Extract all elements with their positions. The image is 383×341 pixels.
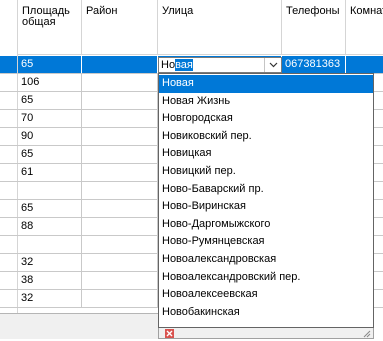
dropdown-option[interactable]: Новиковский пер. <box>159 128 373 146</box>
cell-district[interactable] <box>82 236 158 253</box>
close-icon[interactable] <box>165 329 174 338</box>
autocomplete-selection: вая <box>175 59 193 71</box>
column-header-area[interactable]: Площадь общая <box>18 0 82 55</box>
row-header-cell[interactable] <box>0 218 18 235</box>
cell-area[interactable] <box>18 182 82 199</box>
row-header-cell[interactable] <box>0 164 18 181</box>
column-header-label: Комнаты <box>350 5 383 17</box>
column-header-phones[interactable]: Телефоны <box>282 0 346 55</box>
resize-grip-icon[interactable] <box>363 329 371 338</box>
cell-district[interactable] <box>82 272 158 289</box>
cell-district[interactable] <box>82 128 158 145</box>
dropdown-option[interactable]: Новоалександровская <box>159 251 373 269</box>
cell-area[interactable]: 65 <box>18 200 82 217</box>
cell-district[interactable] <box>82 92 158 109</box>
cell-area[interactable] <box>18 236 82 253</box>
dropdown-footer <box>158 328 374 339</box>
cell-district[interactable] <box>82 74 158 91</box>
cell-area[interactable]: 61 <box>18 164 82 181</box>
row-header-cell[interactable] <box>0 236 18 253</box>
cell-area[interactable]: 65 <box>18 146 82 163</box>
row-header-cell[interactable] <box>0 290 18 307</box>
column-header-label-line2: общая <box>22 16 56 28</box>
street-combobox[interactable]: Новая <box>158 57 282 73</box>
row-header-cell[interactable] <box>0 74 18 91</box>
dropdown-option[interactable]: Новицкая <box>159 145 373 163</box>
row-header-cell[interactable] <box>0 110 18 127</box>
cell-area[interactable]: 106 <box>18 74 82 91</box>
dropdown-option[interactable]: Ново-Даргомыжского <box>159 216 373 234</box>
cell-area[interactable]: 65 <box>18 56 82 73</box>
column-header-label: Район <box>86 5 118 17</box>
street-dropdown-list[interactable]: Новая Новая Жизнь Новгородская Новиковский … <box>158 73 374 328</box>
row-header-cell[interactable] <box>0 128 18 145</box>
row-header-cell[interactable] <box>0 56 18 73</box>
cell-area[interactable]: 38 <box>18 272 82 289</box>
column-header-district[interactable]: Район <box>82 0 158 55</box>
dropdown-option[interactable]: Новобакинская <box>159 304 373 322</box>
typed-text: Но <box>161 59 176 71</box>
cell-district[interactable] <box>82 56 158 73</box>
row-header-cell[interactable] <box>0 200 18 217</box>
dropdown-option[interactable]: Новоалексеевская <box>159 286 373 304</box>
row-header-cell[interactable] <box>0 146 18 163</box>
cell-rooms[interactable] <box>346 56 383 73</box>
cell-area[interactable]: 32 <box>18 290 82 307</box>
dropdown-option[interactable]: Новая <box>159 75 373 93</box>
cell-district[interactable] <box>82 164 158 181</box>
cell-phones[interactable]: 067381363 <box>282 56 346 73</box>
status-bar <box>0 313 158 339</box>
cell-district[interactable] <box>82 290 158 307</box>
cell-district[interactable] <box>82 182 158 199</box>
row-header-cell[interactable] <box>0 182 18 199</box>
cell-district[interactable] <box>82 200 158 217</box>
cell-district[interactable] <box>82 218 158 235</box>
dropdown-option[interactable]: Новоалександровский пер. <box>159 269 373 287</box>
cell-area[interactable]: 88 <box>18 218 82 235</box>
cell-district[interactable] <box>82 254 158 271</box>
row-header-cell[interactable] <box>0 272 18 289</box>
cell-district[interactable] <box>82 146 158 163</box>
dropdown-option[interactable]: Ново-Румянцевская <box>159 233 373 251</box>
dropdown-option[interactable]: Новая Жизнь <box>159 93 373 111</box>
dropdown-option[interactable]: Новгородская <box>159 110 373 128</box>
dropdown-option[interactable]: Новицкий пер. <box>159 163 373 181</box>
cell-area[interactable]: 70 <box>18 110 82 127</box>
dropdown-option[interactable]: Ново-Виринская <box>159 198 373 216</box>
cell-district[interactable] <box>82 110 158 127</box>
cell-area[interactable]: 90 <box>18 128 82 145</box>
column-header-street[interactable]: Улица <box>158 0 282 55</box>
cell-area[interactable]: 65 <box>18 92 82 109</box>
column-header-rooms[interactable]: Комнаты <box>346 0 383 55</box>
column-header-label: Телефоны <box>286 5 340 17</box>
cell-area[interactable]: 32 <box>18 254 82 271</box>
column-header-label: Улица <box>162 5 194 17</box>
dropdown-option[interactable]: Ново-Баварский пр. <box>159 181 373 199</box>
street-combobox-text[interactable]: Новая <box>161 59 193 71</box>
chevron-down-icon[interactable] <box>264 58 281 72</box>
row-header-cell[interactable] <box>0 92 18 109</box>
row-header-cell[interactable] <box>0 254 18 271</box>
